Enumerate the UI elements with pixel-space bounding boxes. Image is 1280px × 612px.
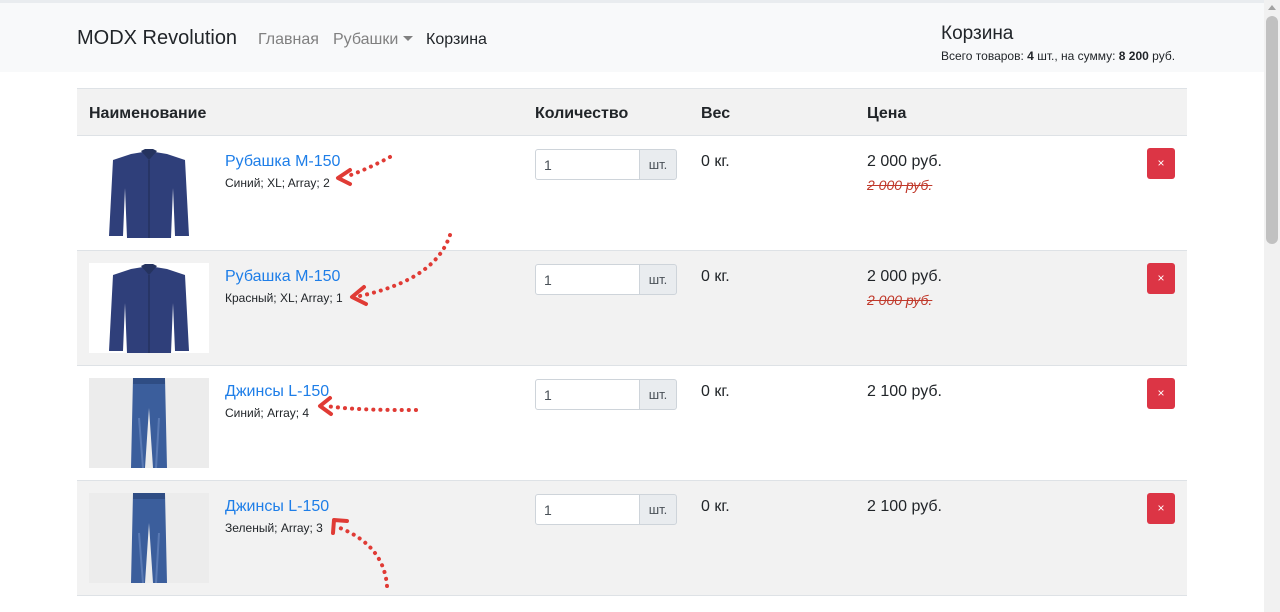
cart-table: Наименование Количество Вес Цена Рубашка… [77, 88, 1187, 596]
mini-cart-title: Корзина [941, 23, 1014, 44]
mini-cart-total-label: Всего товаров: [941, 49, 1024, 63]
quantity-group: шт. [535, 264, 677, 295]
remove-item-button[interactable]: × [1147, 148, 1175, 179]
product-old-price: 2 000 руб. [867, 292, 933, 308]
mini-cart-count-unit: шт., на сумму: [1037, 49, 1116, 63]
brand-logo[interactable]: MODX Revolution [77, 27, 237, 50]
product-image-shirt[interactable] [89, 148, 209, 238]
remove-item-button[interactable]: × [1147, 263, 1175, 294]
header-qty: Количество [535, 105, 629, 122]
quantity-group: шт. [535, 379, 677, 410]
product-options: Красный; XL; Array; 1 [225, 291, 343, 305]
navbar: MODX Revolution Главная Рубашки Корзина … [0, 3, 1264, 72]
scroll-up-arrow-icon[interactable] [1268, 5, 1276, 10]
quantity-group: шт. [535, 149, 677, 180]
quantity-unit: шт. [639, 149, 677, 180]
product-options: Синий; Array; 4 [225, 406, 310, 420]
product-options: Зеленый; Array; 3 [225, 521, 323, 535]
table-row: Рубашка M-150 Синий; XL; Array; 2 шт. 0 … [77, 136, 1187, 251]
table-row: Джинсы L-150 Зеленый; Array; 3 шт. 0 кг.… [77, 481, 1187, 596]
remove-item-button[interactable]: × [1147, 378, 1175, 409]
product-link[interactable]: Рубашка M-150 [225, 268, 340, 286]
remove-item-button[interactable]: × [1147, 493, 1175, 524]
quantity-group: шт. [535, 494, 677, 525]
quantity-unit: шт. [639, 494, 677, 525]
caret-down-icon [403, 36, 414, 41]
scrollbar-thumb[interactable] [1266, 16, 1278, 244]
nav-link-cart[interactable]: Корзина [426, 31, 487, 49]
product-old-price: 2 000 руб. [867, 177, 933, 193]
product-image-jeans[interactable] [89, 493, 209, 583]
header-weight: Вес [701, 105, 731, 122]
product-link[interactable]: Джинсы L-150 [225, 383, 329, 401]
product-link[interactable]: Джинсы L-150 [225, 498, 329, 516]
quantity-input[interactable] [535, 379, 640, 410]
mini-cart-count: 4 [1027, 49, 1034, 63]
scrollbar[interactable] [1264, 0, 1280, 612]
product-price: 2 000 руб. [867, 153, 942, 170]
quantity-unit: шт. [639, 379, 677, 410]
table-row: Джинсы L-150 Синий; Array; 4 шт. 0 кг. 2… [77, 366, 1187, 481]
table-row: Рубашка M-150 Красный; XL; Array; 1 шт. … [77, 251, 1187, 366]
product-options: Синий; XL; Array; 2 [225, 176, 330, 190]
quantity-input[interactable] [535, 494, 640, 525]
quantity-input[interactable] [535, 149, 640, 180]
product-weight: 0 кг. [701, 498, 730, 515]
product-price: 2 100 руб. [867, 383, 942, 400]
quantity-input[interactable] [535, 264, 640, 295]
product-image-shirt[interactable] [89, 263, 209, 353]
product-weight: 0 кг. [701, 383, 730, 400]
mini-cart-sum: 8 200 [1118, 49, 1149, 63]
nav-link-shirts-label: Рубашки [333, 31, 399, 48]
product-price: 2 100 руб. [867, 498, 942, 515]
nav-link-home[interactable]: Главная [258, 31, 319, 49]
product-link[interactable]: Рубашка M-150 [225, 153, 340, 171]
mini-cart-summary: Всего товаров: 4 шт., на сумму: 8 200 ру… [941, 49, 1175, 63]
header-price: Цена [867, 105, 907, 122]
product-weight: 0 кг. [701, 153, 730, 170]
mini-cart: Корзина Всего товаров: 4 шт., на сумму: … [941, 23, 1175, 63]
table-header: Наименование Количество Вес Цена [77, 88, 1187, 136]
quantity-unit: шт. [639, 264, 677, 295]
product-price: 2 000 руб. [867, 268, 942, 285]
product-image-jeans[interactable] [89, 378, 209, 468]
nav-dropdown-shirts[interactable]: Рубашки [333, 31, 414, 49]
header-name: Наименование [89, 105, 207, 122]
product-weight: 0 кг. [701, 268, 730, 285]
mini-cart-currency: руб. [1152, 49, 1176, 63]
